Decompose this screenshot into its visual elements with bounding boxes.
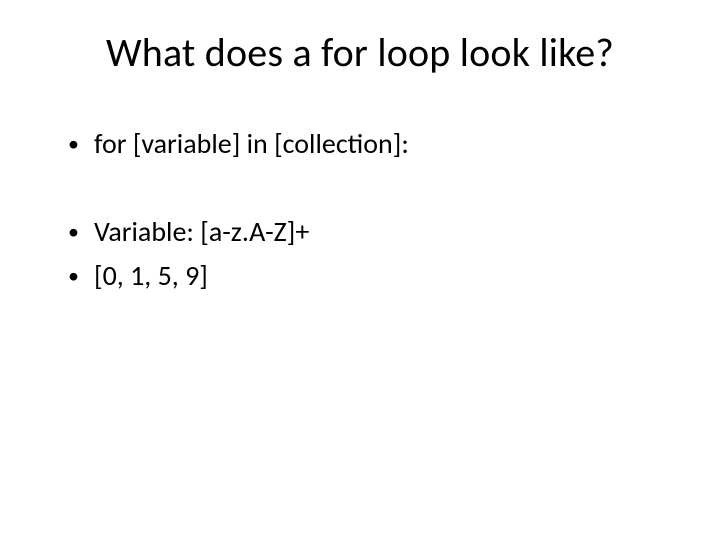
- bullet-item: • Variable: [a-z.A-Z]+: [68, 213, 668, 251]
- bullet-text: for [variable] in [collection]:: [94, 125, 668, 163]
- bullet-icon: •: [68, 125, 94, 163]
- bullet-icon: •: [68, 213, 94, 251]
- bullet-item: • for [variable] in [collection]:: [68, 125, 668, 163]
- bullet-spacer: [68, 169, 668, 207]
- bullet-item: • [0, 1, 5, 9]: [68, 257, 668, 295]
- slide-title: What does a for loop look like?: [52, 28, 668, 77]
- bullet-text: [0, 1, 5, 9]: [94, 257, 668, 295]
- bullet-text: Variable: [a-z.A-Z]+: [94, 213, 668, 251]
- slide-content: • for [variable] in [collection]: • Vari…: [52, 125, 668, 295]
- bullet-icon: •: [68, 257, 94, 295]
- slide-container: What does a for loop look like? • for [v…: [0, 0, 720, 540]
